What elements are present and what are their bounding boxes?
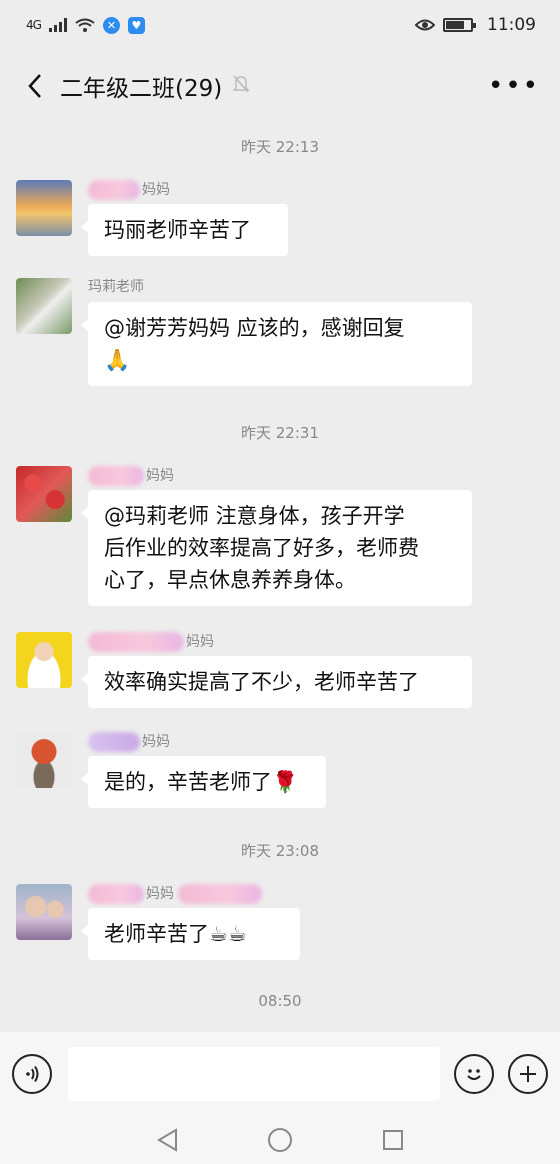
message-bubble[interactable]: 是的，辛苦老师了🌹 (81, 756, 326, 808)
timestamp: 昨天 22:31 (241, 424, 319, 442)
avatar[interactable] (16, 732, 72, 788)
avatar[interactable] (16, 278, 72, 334)
redacted-name (88, 466, 144, 486)
timestamp: 昨天 23:08 (241, 842, 319, 860)
sender-label: 妈妈 (142, 734, 170, 750)
status-time: 11:09 (487, 15, 536, 35)
status-bar: 4G ✕ ♥ 11:09 (0, 0, 560, 50)
sender-name: 妈妈 (88, 180, 288, 202)
message-item: 妈妈 玛丽老师辛苦了 (16, 180, 288, 256)
redacted-name (88, 632, 184, 652)
circle-home-icon[interactable] (265, 1125, 295, 1155)
app-badge-icon: ♥ (127, 16, 145, 34)
eye-icon (415, 19, 435, 31)
redacted-name (178, 884, 262, 904)
sender-label: 玛莉老师 (88, 279, 144, 295)
message-body: 玛莉老师 @谢芳芳妈妈 应该的，感谢回复 🙏 (81, 278, 472, 386)
timestamp: 昨天 22:13 (241, 138, 319, 156)
sender-name: 妈妈 (88, 466, 472, 488)
message-item: 玛莉老师 @谢芳芳妈妈 应该的，感谢回复 🙏 (16, 278, 472, 386)
message-bubble[interactable]: 效率确实提高了不少，老师辛苦了 (81, 656, 472, 708)
message-body: 妈妈 @玛莉老师 注意身体，孩子开学 后作业的效率提高了好多，老师费 心了，早点… (81, 466, 472, 606)
input-bar (0, 1032, 560, 1116)
message-input[interactable] (68, 1047, 440, 1101)
message-item: 妈妈 效率确实提高了不少，老师辛苦了 (16, 632, 472, 708)
redacted-name (88, 180, 140, 200)
message-item: 妈妈 老师辛苦了☕☕ (16, 884, 300, 960)
chat-title[interactable]: 二年级二班(29) (60, 69, 222, 103)
message-text: 是的，辛苦老师了🌹 (104, 770, 299, 794)
message-text: 效率确实提高了不少，老师辛苦了 (104, 670, 419, 694)
message-text-line: 🙏 (104, 348, 131, 372)
message-bubble[interactable]: @谢芳芳妈妈 应该的，感谢回复 🙏 (81, 302, 472, 386)
more-icon[interactable]: ••• (488, 71, 540, 101)
chevron-left-icon[interactable] (20, 66, 50, 106)
sender-label: 妈妈 (186, 634, 214, 650)
message-body: 妈妈 玛丽老师辛苦了 (81, 180, 288, 256)
timestamp: 08:50 (258, 992, 302, 1010)
wifi-icon (75, 18, 95, 32)
redacted-name (88, 732, 140, 752)
sender-label: 妈妈 (146, 886, 174, 902)
sender-label: 妈妈 (146, 468, 174, 484)
chat-message-list[interactable]: 昨天 22:13 妈妈 玛丽老师辛苦了 玛莉老师 @谢芳芳妈妈 应该的，感谢回复… (0, 120, 560, 1030)
avatar[interactable] (16, 180, 72, 236)
message-text: 玛丽老师辛苦了 (104, 218, 251, 242)
chat-header: 二年级二班(29) ••• (0, 56, 560, 116)
redacted-name (88, 884, 144, 904)
status-left: 4G ✕ ♥ (26, 16, 145, 34)
sender-name: 妈妈 (88, 732, 326, 754)
avatar[interactable] (16, 632, 72, 688)
sender-label: 妈妈 (142, 182, 170, 198)
message-item: 妈妈 @玛莉老师 注意身体，孩子开学 后作业的效率提高了好多，老师费 心了，早点… (16, 466, 472, 606)
network-label: 4G (26, 18, 42, 32)
avatar[interactable] (16, 466, 72, 522)
triangle-back-icon[interactable] (152, 1125, 182, 1155)
message-text-line: @玛莉老师 注意身体，孩子开学 (104, 504, 405, 528)
sender-name: 玛莉老师 (88, 278, 472, 300)
battery-icon (443, 18, 476, 32)
status-right: 11:09 (415, 15, 536, 35)
plus-icon[interactable] (508, 1054, 548, 1094)
message-text-line: 心了，早点休息养养身体。 (104, 568, 356, 592)
signal-icon (48, 18, 67, 32)
message-text-line: @谢芳芳妈妈 应该的，感谢回复 (104, 316, 405, 340)
sender-name: 妈妈 (88, 632, 472, 654)
app-badge-icon: ✕ (102, 16, 120, 34)
square-recent-icon[interactable] (378, 1125, 408, 1155)
sender-name: 妈妈 (88, 884, 300, 906)
message-text: 老师辛苦了☕☕ (104, 922, 247, 946)
voice-icon[interactable] (12, 1054, 52, 1094)
bell-muted-icon (232, 74, 251, 98)
message-bubble[interactable]: 玛丽老师辛苦了 (81, 204, 288, 256)
system-nav-bar (0, 1116, 560, 1164)
message-body: 妈妈 效率确实提高了不少，老师辛苦了 (81, 632, 472, 708)
message-body: 妈妈 老师辛苦了☕☕ (81, 884, 300, 960)
message-item: 妈妈 是的，辛苦老师了🌹 (16, 732, 326, 808)
message-bubble[interactable]: @玛莉老师 注意身体，孩子开学 后作业的效率提高了好多，老师费 心了，早点休息养… (81, 490, 472, 606)
emoji-icon[interactable] (454, 1054, 494, 1094)
message-body: 妈妈 是的，辛苦老师了🌹 (81, 732, 326, 808)
message-text-line: 后作业的效率提高了好多，老师费 (104, 536, 419, 560)
message-bubble[interactable]: 老师辛苦了☕☕ (81, 908, 300, 960)
avatar[interactable] (16, 884, 72, 940)
